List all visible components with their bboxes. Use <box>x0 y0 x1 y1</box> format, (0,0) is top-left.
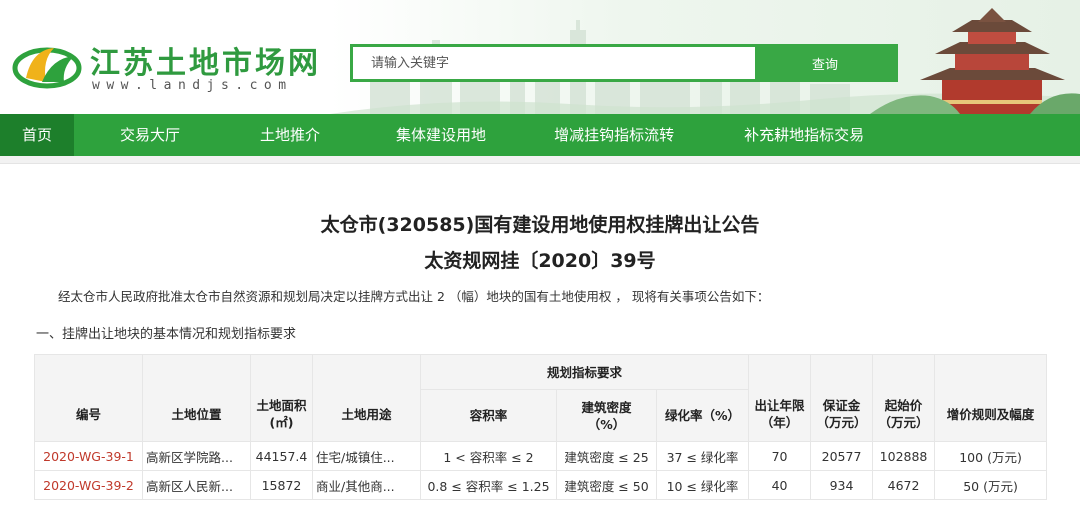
table-row: 2020-WG-39-2 高新区人民新... 15872 商业/其他商... 0… <box>34 470 1048 500</box>
cell-greening: 10 ≤ 绿化率 <box>655 470 750 500</box>
cell-location: 高新区学院路... <box>142 441 251 471</box>
search-box: 查询 <box>350 44 898 82</box>
cell-density: 建筑密度 ≤ 25 <box>556 441 657 471</box>
cell-far: 1 < 容积率 ≤ 2 <box>420 441 557 471</box>
cell-term: 70 <box>748 441 812 471</box>
article-document-number: 太资规网挂〔2020〕39号 <box>424 250 656 272</box>
header-use: 土地用途 <box>312 354 421 442</box>
cell-use: 商业/其他商... <box>312 470 421 500</box>
cell-increment: 50 (万元) <box>934 470 1048 500</box>
cell-deposit: 20577 <box>810 441 874 471</box>
nav-item-land-promotion[interactable]: 土地推介 <box>242 114 338 156</box>
cell-increment: 100 (万元) <box>934 441 1048 471</box>
header-area: 土地面积 (㎡) <box>250 354 313 442</box>
header-far: 容积率 <box>420 389 557 442</box>
site-title: 江苏土地市场网 <box>90 46 321 81</box>
site-header: 江苏土地市场网 www.landjs.com 查询 <box>0 0 1080 114</box>
cell-deposit: 934 <box>810 470 874 500</box>
cell-greening: 37 ≤ 绿化率 <box>655 441 750 471</box>
parcel-table: 编号 土地位置 土地面积 (㎡) 土地用途 规划指标要求 出让年限 （年） 保证… <box>34 354 1048 500</box>
article-intro: 经太仓市人民政府批准太仓市自然资源和规划局决定以挂牌方式出让 2 （幅）地块的国… <box>58 289 770 304</box>
cell-term: 40 <box>748 470 812 500</box>
nav-item-farmland-quota[interactable]: 补充耕地指标交易 <box>726 114 882 156</box>
header-location: 土地位置 <box>142 354 251 442</box>
cell-location: 高新区人民新... <box>142 470 251 500</box>
article-title: 太仓市(320585)国有建设用地使用权挂牌出让公告 <box>320 214 760 236</box>
nav-item-trading-hall[interactable]: 交易大厅 <box>102 114 198 156</box>
nav-item-home[interactable]: 首页 <box>0 114 75 156</box>
header-density: 建筑密度 （%） <box>556 389 657 442</box>
search-button[interactable]: 查询 <box>755 47 895 79</box>
cell-far: 0.8 ≤ 容积率 ≤ 1.25 <box>420 470 557 500</box>
header-start-price: 起始价 （万元） <box>872 354 936 442</box>
site-logo-icon <box>12 47 82 89</box>
cell-start-price: 102888 <box>872 441 936 471</box>
cell-area: 44157.4 <box>250 441 313 471</box>
header-increment: 增价规则及幅度 <box>934 354 1048 442</box>
header-deposit: 保证金 （万元） <box>810 354 874 442</box>
cell-start-price: 4672 <box>872 470 936 500</box>
cell-use: 住宅/城镇住... <box>312 441 421 471</box>
table-row: 2020-WG-39-1 高新区学院路... 44157.4 住宅/城镇住...… <box>34 441 1048 471</box>
parcel-code-link[interactable]: 2020-WG-39-2 <box>34 470 143 500</box>
header-code: 编号 <box>34 354 143 442</box>
search-input[interactable] <box>353 47 755 79</box>
section-heading: 一、挂牌出让地块的基本情况和规划指标要求 <box>36 327 297 342</box>
cell-area: 15872 <box>250 470 313 500</box>
header-term: 出让年限 （年） <box>748 354 812 442</box>
main-nav: 首页 交易大厅 土地推介 集体建设用地 增减挂钩指标流转 补充耕地指标交易 <box>0 114 1080 156</box>
header-planning-group: 规划指标要求 <box>419 354 750 390</box>
header-greening: 绿化率（%） <box>655 389 750 442</box>
nav-divider <box>0 156 1080 164</box>
nav-item-quota-transfer[interactable]: 增减挂钩指标流转 <box>536 114 692 156</box>
parcel-code-link[interactable]: 2020-WG-39-1 <box>34 441 143 471</box>
site-url: www.landjs.com <box>92 78 293 93</box>
cell-density: 建筑密度 ≤ 50 <box>556 470 657 500</box>
nav-item-collective-land[interactable]: 集体建设用地 <box>378 114 504 156</box>
